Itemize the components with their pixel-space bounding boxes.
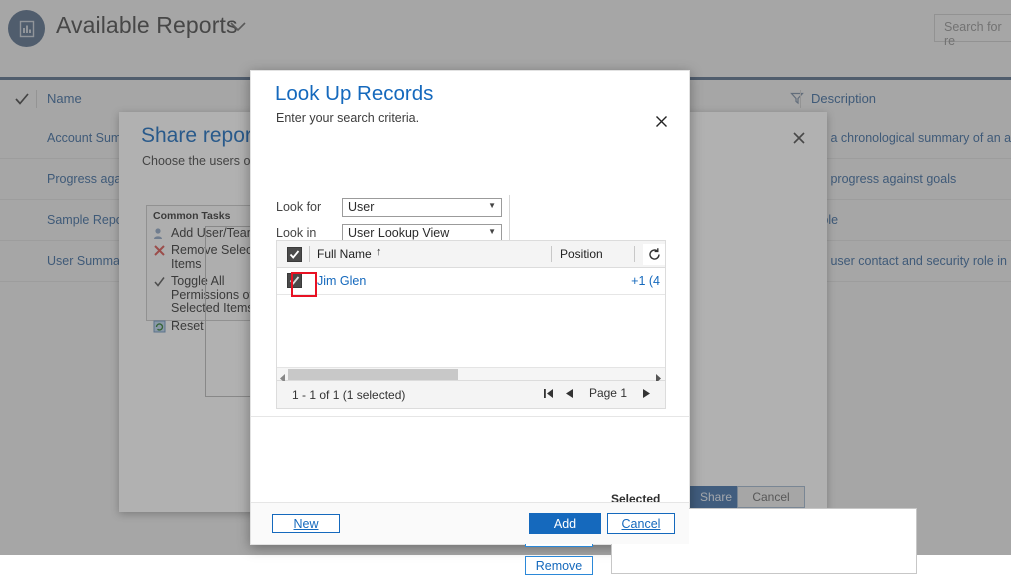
look-for-select[interactable]: User ▼	[342, 198, 502, 217]
new-button-label: New	[293, 517, 318, 531]
header-divider	[309, 246, 310, 262]
look-in-label: Look in	[276, 226, 316, 240]
section-divider	[251, 416, 689, 417]
cell-phone: +1 (4	[631, 274, 660, 288]
horizontal-scrollbar[interactable]	[277, 367, 665, 380]
new-button[interactable]: New	[272, 514, 340, 533]
column-header-position[interactable]: Position	[560, 247, 603, 261]
caret-down-icon: ▼	[488, 201, 496, 210]
cell-full-name[interactable]: Jim Glen	[317, 274, 366, 288]
next-page-icon[interactable]	[641, 386, 653, 400]
header-divider	[551, 246, 552, 262]
sort-ascending-arrow-icon: ↑	[376, 246, 382, 258]
pager-info: 1 - 1 of 1 (1 selected)	[292, 388, 405, 402]
results-grid-header: Full Name ↑ Position	[277, 241, 665, 268]
checkbox-checked-icon[interactable]	[287, 247, 302, 262]
highlight-annotation	[291, 272, 317, 297]
lookup-dialog-title: Look Up Records	[275, 82, 433, 106]
refresh-icon[interactable]	[643, 244, 665, 265]
lookup-dialog-subtitle: Enter your search criteria.	[276, 111, 419, 125]
dialog-footer: New Add Cancel	[251, 502, 689, 544]
cancel-button-label: Cancel	[622, 517, 661, 531]
results-pager: 1 - 1 of 1 (1 selected) Page 1	[276, 381, 666, 409]
first-page-icon[interactable]	[543, 386, 555, 400]
previous-page-icon[interactable]	[563, 386, 575, 400]
header-divider	[634, 246, 635, 262]
close-icon[interactable]	[647, 109, 675, 133]
look-for-label: Look for	[276, 200, 321, 214]
row-checkbox[interactable]	[287, 273, 302, 288]
remove-button[interactable]: Remove	[525, 556, 593, 575]
caret-down-icon: ▼	[488, 227, 496, 236]
scrollbar-thumb[interactable]	[288, 369, 458, 380]
column-header-full-name[interactable]: Full Name	[317, 247, 372, 261]
add-button[interactable]: Add	[529, 513, 601, 534]
cancel-button[interactable]: Cancel	[607, 513, 675, 534]
page-label: Page 1	[583, 386, 633, 400]
table-row[interactable]: Jim Glen +1 (4	[277, 268, 665, 295]
look-for-value: User	[348, 200, 374, 214]
results-grid: Full Name ↑ Position Jim Glen +1 (4	[276, 240, 666, 381]
look-up-records-dialog: Look Up Records Enter your search criter…	[250, 70, 690, 545]
look-in-value: User Lookup View	[348, 226, 449, 240]
